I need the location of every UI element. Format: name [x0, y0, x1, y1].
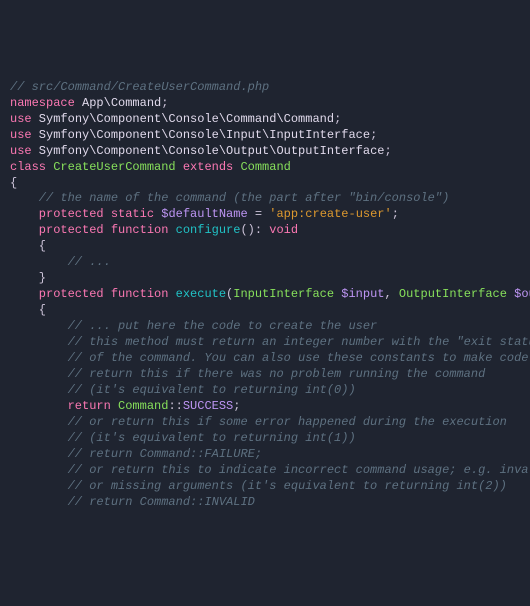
line-comment: // src/Command/CreateUserCommand.php [10, 80, 520, 96]
line-comment: // or missing arguments (it's equivalent… [10, 479, 520, 495]
line-use: use Symfony\Component\Console\Input\Inpu… [10, 128, 520, 144]
line-brace: } [10, 271, 520, 287]
line-comment: // this method must return an integer nu… [10, 335, 520, 351]
line-brace: { [10, 239, 520, 255]
code-editor: // src/Command/CreateUserCommand.phpname… [10, 80, 520, 511]
line-property: protected static $defaultName = 'app:cre… [10, 207, 520, 223]
line-method-decl: protected function execute(InputInterfac… [10, 287, 520, 303]
line-namespace: namespace App\Command; [10, 96, 520, 112]
line-class-decl: class CreateUserCommand extends Command [10, 160, 520, 176]
line-method-decl: protected function configure(): void [10, 223, 520, 239]
line-use: use Symfony\Component\Console\Command\Co… [10, 112, 520, 128]
line-comment: // ... put here the code to create the u… [10, 319, 520, 335]
line-brace: { [10, 176, 520, 192]
line-comment: // or return this if some error happened… [10, 415, 520, 431]
line-comment: // return Command::FAILURE; [10, 447, 520, 463]
line-return: return Command::SUCCESS; [10, 399, 520, 415]
line-comment: // or return this to indicate incorrect … [10, 463, 520, 479]
line-comment: // of the command. You can also use thes… [10, 351, 520, 367]
line-use: use Symfony\Component\Console\Output\Out… [10, 144, 520, 160]
line-comment: // (it's equivalent to returning int(1)) [10, 431, 520, 447]
line-comment: // return this if there was no problem r… [10, 367, 520, 383]
line-brace: { [10, 303, 520, 319]
line-comment: // return Command::INVALID [10, 495, 520, 511]
line-comment: // the name of the command (the part aft… [10, 191, 520, 207]
line-comment: // ... [10, 255, 520, 271]
line-comment: // (it's equivalent to returning int(0)) [10, 383, 520, 399]
